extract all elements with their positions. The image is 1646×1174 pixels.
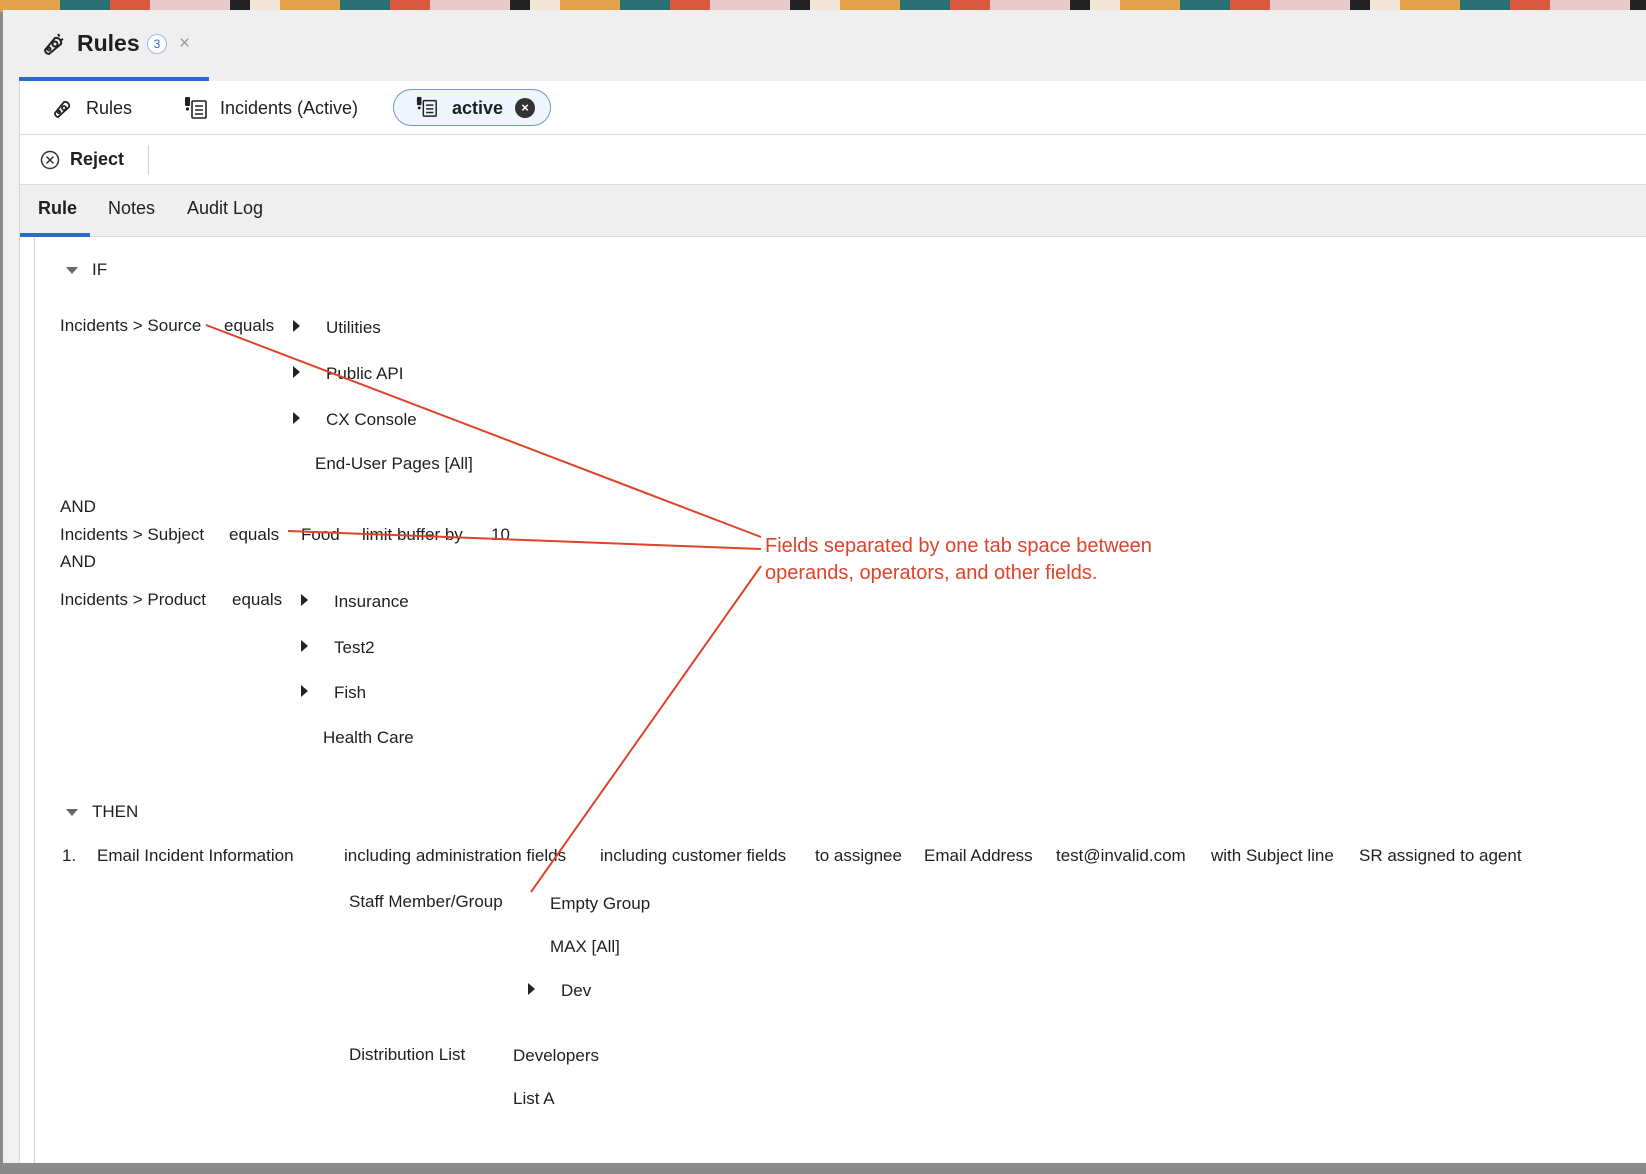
- breadcrumb-rules[interactable]: Rules: [50, 95, 132, 121]
- action1-name[interactable]: Email Incident Information: [97, 846, 294, 866]
- and-connector: AND: [60, 497, 96, 516]
- staff-value: MAX [All]: [550, 937, 620, 956]
- staff-member-group-label: Staff Member/Group: [349, 892, 503, 911]
- toolbar: Reject: [20, 135, 1646, 185]
- distribution-value: List A: [513, 1089, 555, 1108]
- condition3-value: Health Care: [323, 728, 414, 747]
- expand-dev-icon[interactable]: [528, 983, 535, 995]
- condition2-value[interactable]: Food: [301, 525, 340, 545]
- title-row: Rules 3 ×: [3, 10, 1646, 81]
- active-pill-label: active: [452, 98, 504, 118]
- if-section-label: IF: [92, 260, 108, 279]
- condition2-modifier-value[interactable]: 10: [491, 525, 510, 545]
- rule-count-badge: 3: [147, 34, 167, 54]
- action1-part: including administration fields: [344, 846, 567, 865]
- rule-tree-guide: [34, 238, 35, 1174]
- reject-button[interactable]: Reject: [40, 149, 124, 170]
- rules-window: Rules 3 × Rules Incidents (Active) activ…: [3, 10, 1646, 1174]
- condition3-value: Insurance: [334, 592, 409, 611]
- distribution-value: Developers: [513, 1046, 599, 1065]
- action1-part: to assignee: [815, 846, 902, 865]
- rule-editor: IF Incidents > Source equals Utilities P…: [20, 238, 1646, 1174]
- tab-notes[interactable]: Notes: [108, 198, 155, 219]
- staff-value: Dev: [561, 981, 592, 1000]
- action1-part: with Subject line: [1211, 846, 1334, 865]
- distribution-list-label: Distribution List: [349, 1045, 466, 1064]
- breadcrumb: Rules Incidents (Active) active ×: [20, 81, 1646, 135]
- annotation-line-1: Fields separated by one tab space betwee…: [765, 535, 1152, 557]
- reject-label: Reject: [70, 149, 125, 169]
- window-tab-rules[interactable]: Rules 3 ×: [19, 10, 209, 81]
- expand-utilities-icon[interactable]: [293, 320, 300, 332]
- condition2-modifier: limit buffer by: [362, 525, 463, 544]
- expand-fish-icon[interactable]: [301, 685, 308, 697]
- condition1-value: CX Console: [326, 410, 417, 429]
- window-title: Rules: [77, 30, 140, 56]
- incident-list-icon: [185, 97, 207, 119]
- condition3-value: Test2: [334, 638, 375, 657]
- tab-rule[interactable]: Rule: [38, 198, 77, 219]
- rules-gear-icon: [54, 100, 71, 118]
- condition2-field[interactable]: Incidents > Subject: [60, 525, 204, 545]
- expand-public-api-icon[interactable]: [293, 366, 300, 378]
- tab-audit-log[interactable]: Audit Log: [187, 198, 263, 219]
- expand-test2-icon[interactable]: [301, 640, 308, 652]
- action1-part: including customer fields: [600, 846, 787, 865]
- close-tab-icon[interactable]: ×: [179, 33, 190, 55]
- circle-x-icon: [40, 150, 60, 169]
- expand-cx-console-icon[interactable]: [293, 412, 300, 424]
- detail-tabs: Rule Notes Audit Log: [20, 185, 1646, 237]
- action1-part[interactable]: test@invalid.com: [1056, 846, 1186, 866]
- condition2-operator[interactable]: equals: [229, 525, 279, 545]
- expand-insurance-icon[interactable]: [301, 594, 308, 606]
- breadcrumb-incidents-label: Incidents (Active): [220, 97, 359, 118]
- condition1-value: Utilities: [326, 318, 381, 337]
- active-tab-indicator: [20, 233, 90, 237]
- toolbar-divider: [148, 145, 149, 175]
- condition3-value: Fish: [334, 683, 367, 702]
- close-pill-icon[interactable]: ×: [515, 98, 535, 118]
- condition1-value: End-User Pages [All]: [315, 454, 473, 473]
- rules-gear-icon: [43, 33, 64, 56]
- condition1-field[interactable]: Incidents > Source: [60, 316, 201, 336]
- action1-part: Email Address: [924, 846, 1033, 865]
- condition1-operator[interactable]: equals: [224, 316, 274, 336]
- condition3-field[interactable]: Incidents > Product: [60, 590, 206, 610]
- annotation-note: Fields separated by one tab space betwee…: [765, 533, 1152, 587]
- action1-number: 1.: [62, 846, 77, 865]
- condition1-value: Public API: [326, 364, 404, 383]
- and-connector: AND: [60, 552, 96, 571]
- active-record-pill[interactable]: active ×: [393, 89, 551, 126]
- breadcrumb-incidents-active[interactable]: Incidents (Active): [184, 95, 358, 121]
- annotation-line-2: operands, operators, and other fields.: [765, 562, 1098, 584]
- incident-list-icon: [416, 96, 437, 117]
- condition3-operator[interactable]: equals: [232, 590, 282, 610]
- desktop-bottom-strip: [0, 1163, 1646, 1174]
- staff-value: Empty Group: [550, 894, 651, 913]
- breadcrumb-rules-label: Rules: [86, 97, 133, 118]
- main-content: Rules Incidents (Active) active × Reject…: [19, 81, 1646, 1174]
- collapse-then-icon[interactable]: [66, 809, 78, 816]
- then-section-label: THEN: [92, 802, 139, 821]
- action1-part[interactable]: SR assigned to agent: [1359, 846, 1522, 866]
- collapse-if-icon[interactable]: [66, 267, 78, 274]
